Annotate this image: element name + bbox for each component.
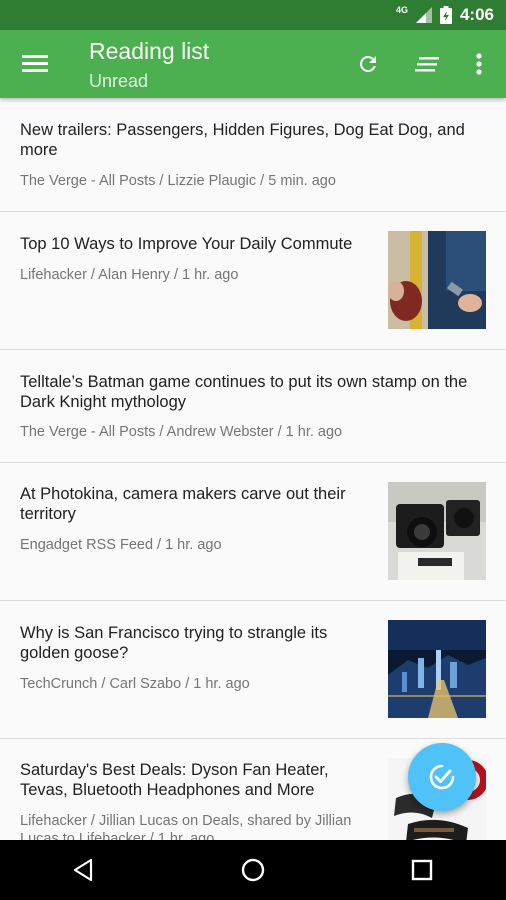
article-title: Why is San Francisco trying to strangle … (20, 624, 328, 662)
article-item[interactable]: Why is San Francisco trying to strangle … (0, 601, 506, 739)
battery-icon (439, 6, 452, 24)
article-item[interactable]: New trailers: Passengers, Hidden Figures… (0, 98, 506, 212)
article-item[interactable]: At Photokina, camera makers carve out th… (0, 463, 506, 601)
article-item[interactable]: Telltale’s Batman game continues to put … (0, 350, 506, 463)
refresh-icon[interactable] (352, 48, 384, 80)
network-type: 4G (395, 5, 408, 15)
sort-icon[interactable] (412, 48, 444, 80)
more-vert-icon[interactable] (463, 48, 495, 80)
app-bar: Reading list Unread (0, 30, 506, 98)
article-thumbnail-camera (388, 482, 486, 580)
mark-read-button[interactable] (408, 743, 476, 811)
article-meta: The Verge - All Posts / Lizzie Plaugic /… (20, 173, 336, 189)
clock: 4:06 (459, 5, 494, 24)
article-meta: TechCrunch / Carl Szabo / 1 hr. ago (20, 676, 250, 692)
article-meta: Lifehacker / Alan Henry / 1 hr. ago (20, 267, 239, 283)
article-thumbnail-city (388, 620, 486, 718)
article-meta: The Verge - All Posts / Andrew Webster /… (20, 424, 343, 440)
navigation-bar (0, 840, 506, 900)
recents-icon[interactable] (392, 840, 452, 900)
page-subtitle[interactable]: Unread (89, 71, 148, 92)
hamburger-icon[interactable] (22, 52, 48, 76)
article-title: At Photokina, camera makers carve out th… (20, 485, 346, 523)
signal-icon (415, 7, 432, 23)
back-icon[interactable] (54, 840, 114, 900)
article-list[interactable]: New trailers: Passengers, Hidden Figures… (0, 98, 506, 840)
article-title: Saturday's Best Deals: Dyson Fan Heater,… (20, 761, 329, 799)
status-bar: 4G 4:06 (0, 0, 506, 30)
article-title: Telltale’s Batman game continues to put … (20, 373, 468, 411)
home-icon[interactable] (223, 840, 283, 900)
article-title: Top 10 Ways to Improve Your Daily Commut… (20, 235, 353, 253)
mark-read-icon (429, 764, 455, 790)
article-meta: Lifehacker / Jillian Lucas on Deals, sha… (20, 813, 352, 840)
article-title: New trailers: Passengers, Hidden Figures… (20, 121, 465, 159)
page-title: Reading list (89, 38, 210, 64)
article-meta: Engadget RSS Feed / 1 hr. ago (20, 537, 222, 553)
article-item[interactable]: Top 10 Ways to Improve Your Daily Commut… (0, 212, 506, 350)
article-thumbnail-commute (388, 231, 486, 329)
